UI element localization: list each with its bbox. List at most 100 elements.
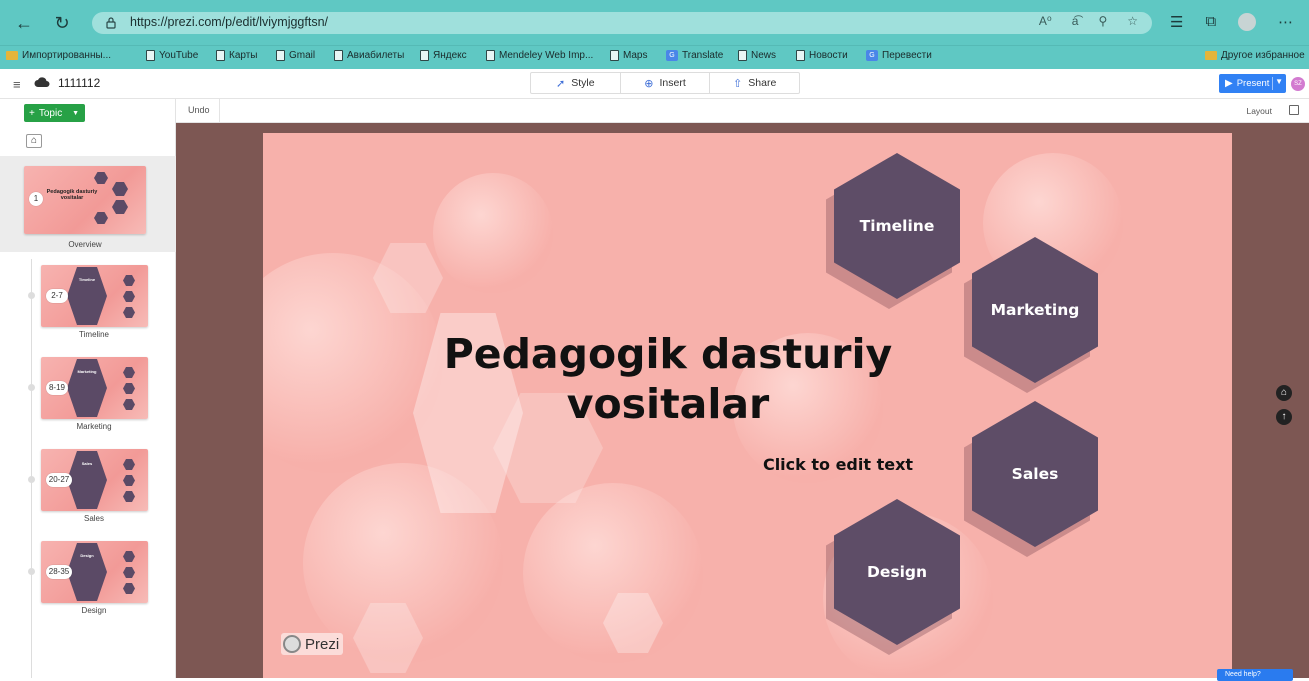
overview-thumb-title: Pedagogik dasturiy vositalar [46,189,98,201]
slide-canvas[interactable]: Pedagogik dasturiy vositalar Click to ed… [263,133,1232,678]
chevron-down-icon: ▼ [72,109,79,117]
translate-page-icon[interactable]: a͡ [1072,14,1079,28]
bookmark-maps-ru[interactable]: Карты [216,50,258,61]
toolbar-divider [219,99,220,123]
bookmark-perevesti[interactable]: G Перевести [866,50,932,61]
favorites-list-icon[interactable]: ☰ [1170,13,1183,31]
tree-node-dot [28,476,35,483]
layout-panel-icon[interactable] [1289,105,1299,115]
tree-node-dot [28,568,35,575]
address-bar-icons: A⁰ a͡ ⚲ ☆ [1039,14,1138,28]
thumb-hexagon [112,200,128,214]
bookmark-novosti[interactable]: Новости [796,50,848,61]
bookmark-translate[interactable]: G Translate [666,50,723,61]
thumb-hexagon [123,275,135,286]
bookmark-mendeley[interactable]: Mendeley Web Imp... [486,50,593,61]
zoom-out-icon[interactable]: ↑ [1276,409,1292,425]
topic-label: Marketing [76,422,112,431]
bookmark-flights[interactable]: Авиабилеты [334,50,404,61]
back-arrow-icon[interactable]: ← [14,13,34,33]
prezi-logo: Prezi [281,633,344,655]
topic-thumbnail-sales[interactable]: Sales 20-27 [41,449,148,511]
add-topic-button[interactable]: + Topic ▼ [24,104,85,122]
page-icon [796,50,805,61]
insert-tab[interactable]: ⊕ Insert [621,73,711,93]
profile-avatar-icon[interactable] [1238,13,1257,31]
home-view-icon[interactable]: ⌂ [1276,385,1292,401]
thumb-hexagon [67,267,107,325]
page-icon [420,50,429,61]
style-tab[interactable]: ➚ Style [531,73,621,93]
topic-thumbnail-marketing[interactable]: Marketing 8-19 [41,357,148,419]
topic-hexagon-design[interactable]: Design [826,499,960,655]
slide-range-badge: 8-19 [46,381,68,395]
thumb-hexagon [94,172,108,184]
favorite-star-icon[interactable]: ☆ [1127,14,1138,28]
bookmark-news[interactable]: News [738,50,776,61]
zoom-icon[interactable]: ⚲ [1098,14,1107,28]
plus-icon: + [29,107,35,119]
menu-icon[interactable]: ≡ [13,77,21,92]
read-aloud-icon[interactable]: A⁰ [1039,14,1052,28]
address-bar[interactable]: https://prezi.com/p/edit/lviymjggftsn/ A… [92,12,1152,34]
slide-title-line-1: Pedagogik dasturiy [443,330,893,378]
topic-label: Sales [83,514,104,523]
need-help-button[interactable]: Need help? [1217,669,1293,681]
more-menu-icon[interactable]: ⋯ [1278,13,1293,31]
thumb-hexagon [67,359,107,417]
bookmark-gmail[interactable]: Gmail [276,50,315,61]
thumb-hexagon [123,399,135,410]
bookmark-youtube[interactable]: YouTube [146,50,198,61]
thumb-hexagon [123,491,135,502]
folder-icon [6,51,18,60]
layout-button[interactable]: Layout [1246,106,1272,116]
present-divider [1272,77,1273,90]
bookmark-maps[interactable]: Maps [610,50,647,61]
overview-thumbnail[interactable]: Pedagogik dasturiy vositalar 1 [24,166,146,234]
bookmarks-bar: Импортированны... YouTube Карты Gmail Ав… [0,45,1309,69]
collections-icon[interactable]: ⧉ [1205,13,1216,31]
thumb-hex-title: Marketing [77,369,97,374]
tree-node-dot [28,292,35,299]
refresh-icon[interactable]: ↻ [52,13,72,33]
topic-hexagon-sales[interactable]: Sales [964,401,1098,557]
home-icon[interactable]: ⌂ [26,134,42,148]
topic-hexagon-timeline[interactable]: Timeline [826,153,960,309]
share-tab[interactable]: ⇧ Share [710,73,799,93]
translate-icon: G [866,50,878,61]
page-icon [738,50,747,61]
user-avatar[interactable]: SZ [1291,77,1305,91]
editor-tabs: ➚ Style ⊕ Insert ⇧ Share [530,72,800,94]
overview-item[interactable]: Pedagogik dasturiy vositalar 1 Overview [0,156,176,252]
thumb-hexagon [112,182,128,196]
slide-subtitle[interactable]: Click to edit text [733,455,943,474]
overview-label: Overview [68,240,102,249]
slide-title[interactable]: Pedagogik dasturiy vositalar [403,329,933,429]
page-icon [146,50,155,61]
chevron-down-icon[interactable]: ▼ [1275,77,1283,86]
present-button[interactable]: ▶ Present ▼ [1219,74,1286,93]
bookmark-other-favorites[interactable]: Другое избранное [1205,50,1305,61]
slide-range-badge: 2-7 [46,289,68,303]
play-icon: ▶ [1225,78,1233,89]
folder-icon [1205,51,1217,60]
thumb-hexagon [123,291,135,302]
topic-hexagon-marketing[interactable]: Marketing [964,237,1098,393]
thumb-hexagon [123,551,135,562]
bookmark-yandex[interactable]: Яндекс [420,50,467,61]
topic-thumbnail-timeline[interactable]: Timeline 2-7 [41,265,148,327]
undo-button[interactable]: Undo [188,105,210,115]
topic-tree-line [31,259,32,678]
slide-range-badge: 20-27 [46,473,72,487]
slide-range-badge: 28-35 [46,565,72,579]
topic-thumbnail-design[interactable]: Design 28-35 [41,541,148,603]
bookmark-folder-imported[interactable]: Импортированны... [6,50,111,61]
thumb-hexagon [123,367,135,378]
thumb-hexagon [123,475,135,486]
hexagon-label: Design [866,563,928,581]
page-icon [216,50,225,61]
page-icon [276,50,285,61]
background-bubble [433,173,553,293]
document-title[interactable]: 1111112 [58,76,100,90]
thumb-hexagon [123,383,135,394]
